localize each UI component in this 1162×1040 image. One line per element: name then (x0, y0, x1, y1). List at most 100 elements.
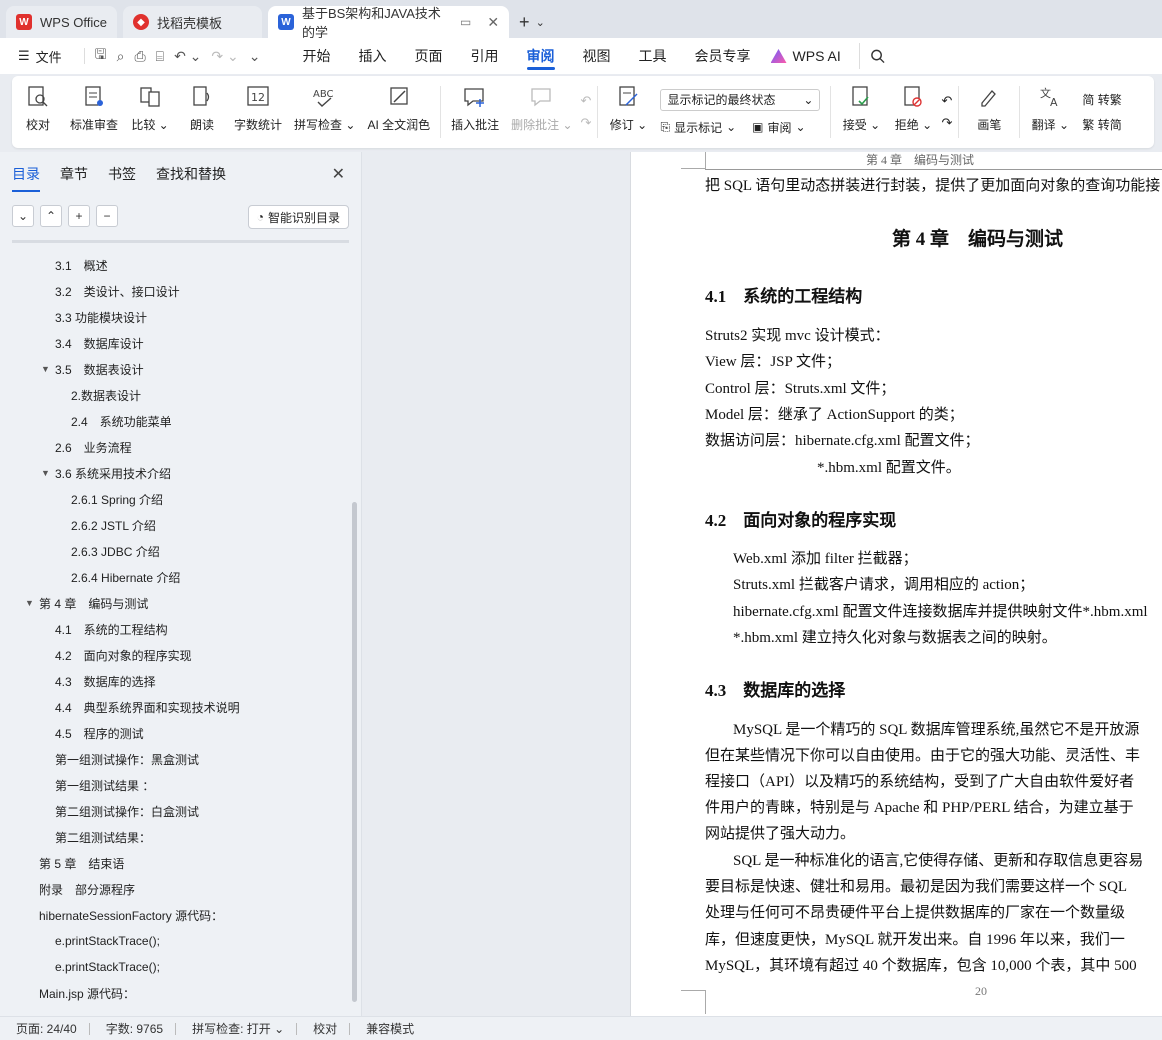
to-simplified-button[interactable]: 繁 转简 (1082, 116, 1121, 133)
nav-tab-bookmarks[interactable]: 书签 (108, 164, 136, 184)
nav-tab-toc[interactable]: 目录 (12, 164, 40, 192)
tab-docer-templates[interactable]: ◆ 找稻壳模板 (122, 6, 262, 38)
collapse-triangle-icon[interactable]: ▼ (41, 468, 53, 478)
menu-insert[interactable]: 插入 (345, 38, 401, 74)
remove-heading-icon[interactable]: − (96, 205, 118, 227)
toc-item[interactable]: 3.3 功能模块设计 (0, 304, 352, 330)
nav-scrollbar[interactable] (352, 502, 357, 1002)
proofread-status[interactable]: 校对 (297, 1020, 349, 1037)
smart-toc-button[interactable]: ◔ 智能识别目录 (247, 205, 349, 229)
next-change-icon[interactable]: ↷ (941, 115, 952, 131)
insert-comment-button[interactable]: 插入批注 (451, 76, 499, 148)
print-icon[interactable]: ⎙ (134, 48, 145, 65)
review-pane-button[interactable]: ▣ 审阅 ⌄ (752, 119, 805, 136)
spell-check-button[interactable]: ABC 拼写检查 ⌄ (294, 76, 355, 148)
close-pane-icon[interactable]: ✕ (332, 164, 345, 184)
toc-item[interactable]: 4.1 系统的工程结构 (0, 616, 352, 642)
menu-tools[interactable]: 工具 (625, 38, 681, 74)
toc-item[interactable]: 2.6.2 JSTL 介绍 (0, 512, 352, 538)
document-page[interactable]: 第 4 章 编码与测试 20 把 SQL 语句里动态拼装进行封装，提供了更加面向… (630, 152, 1162, 1016)
show-markup-button[interactable]: ⎘ 显示标记 ⌄ (660, 119, 736, 136)
standard-review-button[interactable]: 标准审查 (70, 76, 118, 148)
delete-comment-button[interactable]: 删除批注 ⌄ (511, 76, 573, 148)
toc-item[interactable]: hibernateSessionFactory 源代码： (0, 902, 352, 928)
compare-button[interactable]: 比较 ⌄ (130, 76, 170, 148)
undo-icon[interactable]: ↶ ⌄ (174, 48, 201, 65)
word-count-button[interactable]: 12 字数统计 (234, 76, 282, 148)
toc-item[interactable]: 3.4 数据库设计 (0, 330, 352, 356)
close-tab-icon[interactable]: ✕ (487, 14, 499, 31)
more-chevron-icon[interactable]: ⌄ (249, 48, 261, 65)
search-button[interactable] (858, 43, 885, 69)
toc-item[interactable]: 2.6.1 Spring 介绍 (0, 486, 352, 512)
toc-item[interactable]: ▼ 3.5 数据表设计 (0, 356, 352, 382)
toc-item[interactable]: 4.5 程序的测试 (0, 720, 352, 746)
toc-item[interactable]: 4.3 数据库的选择 (0, 668, 352, 694)
tab-wps-office[interactable]: W WPS Office (6, 6, 117, 38)
menu-review[interactable]: 审阅 (513, 38, 569, 74)
toc-item[interactable]: 附录 部分源程序 (0, 876, 352, 902)
accept-button[interactable]: 接受 ⌄ (841, 76, 881, 148)
expand-down-icon[interactable]: ⌄ (12, 205, 34, 227)
toc-item[interactable]: 3.2 类设计、接口设计 (0, 278, 352, 304)
collapse-up-icon[interactable]: ⌃ (40, 205, 62, 227)
markup-display-value: 显示标记的最终状态 (667, 93, 776, 107)
toc-item[interactable]: Main.jsp 源代码： (0, 980, 352, 1006)
menu-reference[interactable]: 引用 (457, 38, 513, 74)
revise-button[interactable]: 修订 ⌄ (608, 76, 648, 148)
previous-comment-icon[interactable]: ↶ (581, 93, 592, 109)
menu-home[interactable]: 开始 (289, 38, 345, 74)
menu-member[interactable]: 会员专享 (681, 38, 765, 74)
collapse-triangle-icon[interactable]: ▼ (25, 598, 37, 608)
toc-item[interactable]: ▼ 第 4 章 编码与测试 (0, 590, 352, 616)
read-aloud-button[interactable]: 朗读 (182, 76, 222, 148)
toc-item[interactable]: 2.4 系统功能菜单 (0, 408, 352, 434)
toc-item[interactable]: 第一组测试操作：黑盒测试 (0, 746, 352, 772)
word-count-indicator[interactable]: 字数: 9765 (90, 1020, 175, 1037)
toc-item[interactable]: 第二组测试结果： (0, 824, 352, 850)
toc-item[interactable]: 3.1 概述 (0, 252, 352, 278)
toc-item[interactable]: 2.6.4 Hibernate 介绍 (0, 564, 352, 590)
menu-page[interactable]: 页面 (401, 38, 457, 74)
toc-item[interactable]: e.printStackTrace(); (0, 954, 352, 980)
to-traditional-button[interactable]: 简 转繁 (1082, 91, 1121, 108)
save-icon[interactable]: 🖫 (95, 44, 107, 68)
pen-button[interactable]: 画笔 (969, 76, 1009, 148)
monitor-icon: ▭ (459, 15, 472, 29)
compat-mode-status: 兼容模式 (366, 1022, 415, 1036)
nav-tab-find-replace[interactable]: 查找和替换 (156, 164, 226, 184)
spell-check-status[interactable]: 拼写检查: 打开 ⌄ (176, 1020, 296, 1037)
toc-item-label: 4.5 程序的测试 (55, 726, 144, 741)
new-tab-button[interactable]: + ⌄ (519, 6, 545, 38)
toc-item[interactable]: 第二组测试操作：白盒测试 (0, 798, 352, 824)
print-preview-icon[interactable]: ⌸ (156, 48, 164, 65)
next-comment-icon[interactable]: ↷ (581, 115, 592, 131)
wps-ai-button[interactable]: WPS AI (770, 48, 841, 64)
file-menu-label: 文件 (35, 49, 62, 65)
tab-document[interactable]: W 基于BS架构和JAVA技术的学 ▭ ✕ (267, 6, 510, 40)
toc-item[interactable]: 第 5 章 结束语 (0, 850, 352, 876)
toc-item[interactable]: 4.4 典型系统界面和实现技术说明 (0, 694, 352, 720)
chevron-down-icon[interactable]: ⌄ (536, 16, 545, 29)
toc-item[interactable]: e.printStackTrace(); (0, 928, 352, 954)
toc-item[interactable]: 2.6 业务流程 (0, 434, 352, 460)
toc-item[interactable]: 第一组测试结果 ： (0, 772, 352, 798)
translate-button[interactable]: 文A 翻译 ⌄ (1030, 76, 1070, 148)
collapse-triangle-icon[interactable]: ▼ (41, 364, 53, 374)
file-menu[interactable]: ☰ 文件 (18, 47, 62, 66)
previous-change-icon[interactable]: ↶ (941, 93, 952, 109)
markup-display-select[interactable]: 显示标记的最终状态 ⌄ (660, 88, 821, 111)
proofread-button[interactable]: 校对 (18, 76, 58, 148)
format-painter-icon[interactable]: ⌕ (117, 48, 125, 65)
toc-item[interactable]: 2.6.3 JDBC 介绍 (0, 538, 352, 564)
ai-polish-button[interactable]: AI 全文润色 (367, 76, 430, 148)
toc-item[interactable]: ▼ 3.6 系统采用技术介绍 (0, 460, 352, 486)
redo-icon[interactable]: ↷ ⌄ (211, 48, 238, 65)
nav-tab-sections[interactable]: 章节 (60, 164, 88, 184)
toc-item[interactable]: 2.数据表设计 (0, 382, 352, 408)
page-indicator[interactable]: 页面: 24/40 (0, 1020, 89, 1037)
add-heading-icon[interactable]: + (68, 205, 90, 227)
toc-item[interactable]: 4.2 面向对象的程序实现 (0, 642, 352, 668)
menu-view[interactable]: 视图 (569, 38, 625, 74)
reject-button[interactable]: 拒绝 ⌄ (893, 76, 933, 148)
